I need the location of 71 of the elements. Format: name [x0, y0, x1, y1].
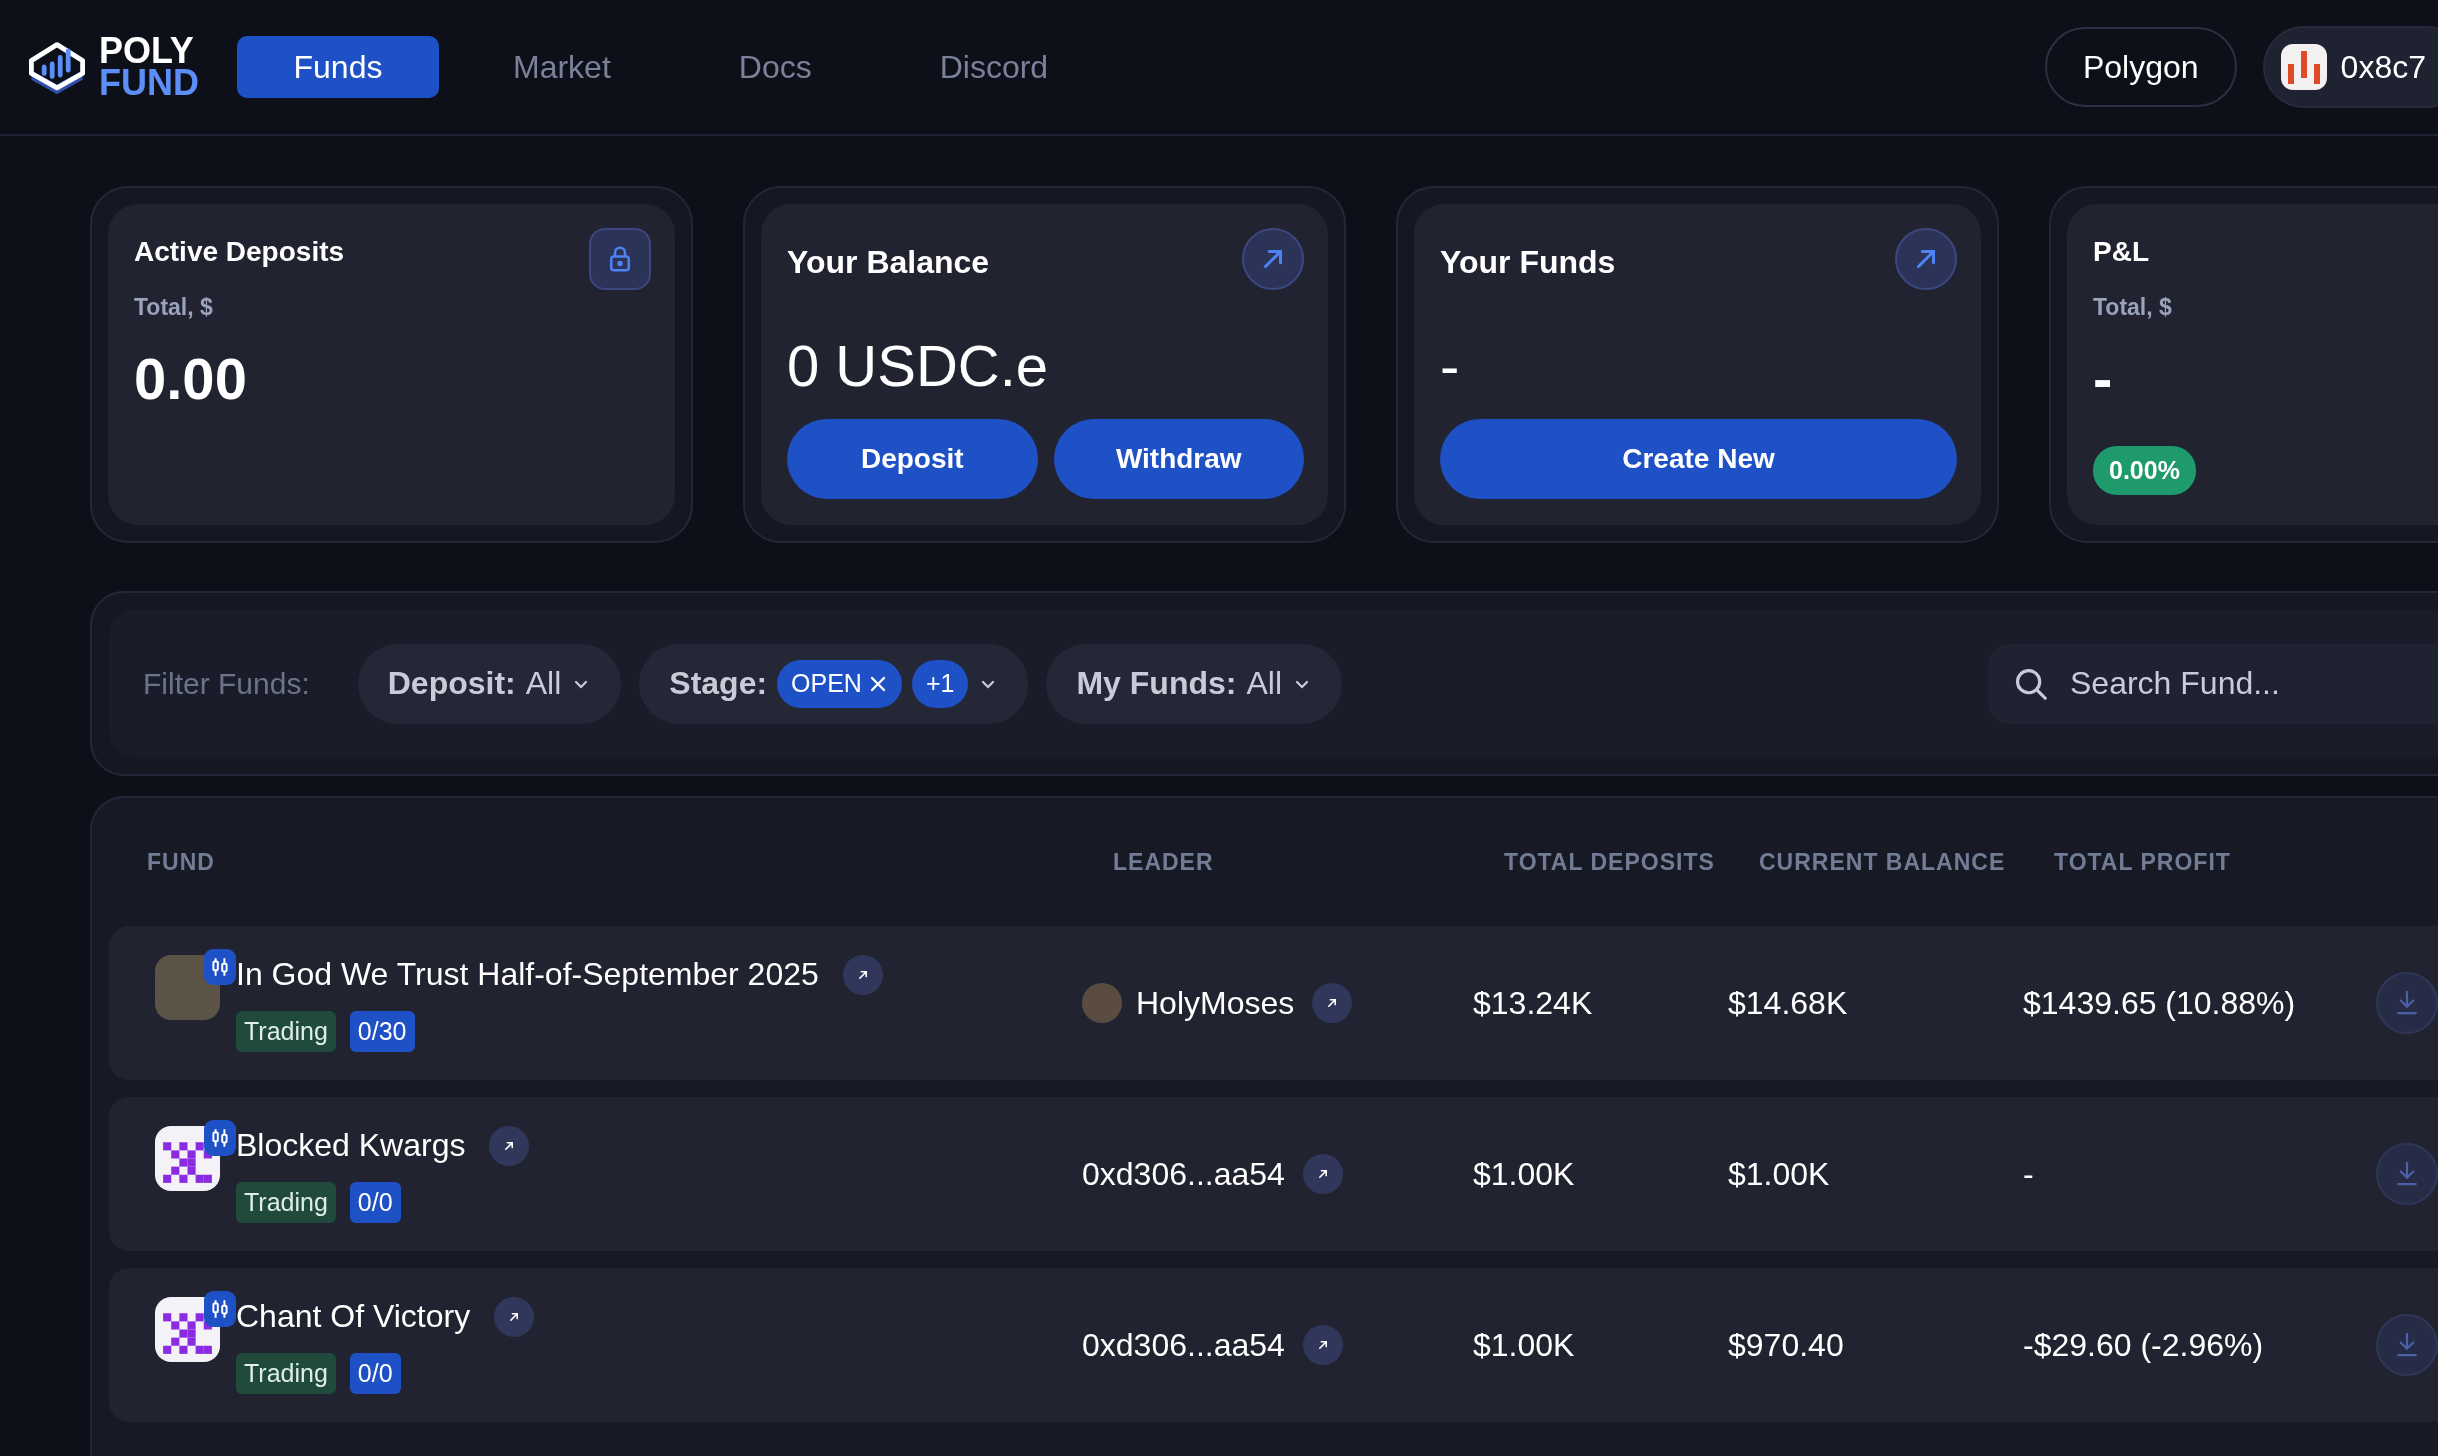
filter-label: Filter Funds:	[143, 666, 310, 701]
card-value: -	[2093, 345, 2113, 412]
action-button[interactable]: Withdraw	[1053, 419, 1304, 499]
action-button[interactable]: Deposit	[787, 419, 1038, 499]
user-avatar	[1082, 983, 1122, 1023]
nav-tab[interactable]: Discord	[885, 36, 1103, 98]
external-link-icon[interactable]	[489, 1125, 530, 1166]
slots-tag: 0/30	[349, 1010, 415, 1052]
leader-name[interactable]: HolyMoses	[1136, 984, 1295, 1022]
table-cell-text: $1.00K	[1473, 1326, 1576, 1364]
external-link-icon[interactable]	[494, 1296, 535, 1337]
table-cell-text: -	[2023, 1155, 2035, 1193]
filter-dropdown[interactable]: Stage: OPEN +1	[639, 643, 1029, 724]
filter-dropdown[interactable]: My Funds: All	[1046, 643, 1342, 724]
nav-tab[interactable]: Market	[459, 36, 665, 98]
column-header: CURRENT BALANCE	[1759, 848, 2007, 876]
logo-text: FUND	[99, 67, 199, 99]
network-button[interactable]: Polygon	[2044, 27, 2237, 107]
column-header: TOTAL PROFIT	[2054, 848, 2232, 876]
column-header: TOTAL DEPOSITS	[1504, 848, 1716, 876]
fund-row[interactable]: Chant Of Victory Trading 0/0 0xd306...aa54 $1.00K $970.40 -$29.60 (-2.96%)	[109, 1268, 2438, 1422]
candlestick-icon	[204, 1119, 236, 1156]
wallet-button[interactable]: 0x8c7	[2262, 26, 2438, 108]
external-link-icon[interactable]	[842, 954, 883, 995]
leader-address[interactable]: 0xd306...aa54	[1082, 1155, 1285, 1193]
fund-row[interactable]: Blocked Kwargs Trading 0/0 0xd306...aa54 $1.00K $1.00K -	[109, 1097, 2438, 1251]
card-value: 0.00	[134, 345, 247, 412]
nav-tab[interactable]: Funds	[237, 36, 439, 98]
external-link-icon[interactable]	[1312, 983, 1353, 1023]
table-cell-text: $970.40	[1728, 1326, 1845, 1364]
table-cell-text: -$29.60 (-2.96%)	[2023, 1326, 2265, 1364]
column-header: LEADER	[1113, 848, 1215, 876]
candlestick-icon	[204, 1290, 236, 1327]
search-field[interactable]: Search Fund...	[1988, 643, 2438, 724]
status-tag: Trading	[236, 1010, 336, 1052]
leader-address[interactable]: 0xd306...aa54	[1082, 1326, 1285, 1364]
status-tag: Trading	[236, 1181, 336, 1223]
table-cell-text: $13.24K	[1473, 984, 1594, 1022]
filter-label: Stage:	[669, 665, 768, 702]
fund-name[interactable]: In God We Trust Half-of-September 2025	[236, 956, 819, 993]
table-cell-text: $14.68K	[1728, 984, 1849, 1022]
percent-badge: 0.00%	[2093, 446, 2196, 495]
table-cell-text: $1.00K	[1473, 1155, 1576, 1193]
external-link-icon[interactable]	[1302, 1154, 1343, 1194]
table-cell-text: $1.00K	[1728, 1155, 1831, 1193]
card-value: -	[1440, 332, 1460, 399]
lock-icon[interactable]	[589, 228, 651, 290]
filter-chip[interactable]: OPEN	[777, 659, 902, 708]
fund-name[interactable]: Chant Of Victory	[236, 1298, 471, 1335]
fund-row[interactable]: In God We Trust Half-of-September 2025 Trading 0/30 HolyMoses $13.24K $14.68K $1439.65 (10.88%)	[109, 926, 2438, 1080]
slots-tag: 0/0	[349, 1181, 401, 1223]
card-title: Active Deposits	[134, 236, 345, 268]
candlestick-icon	[204, 948, 236, 985]
wallet-avatar-icon	[2280, 44, 2327, 90]
slots-tag: 0/0	[349, 1352, 401, 1394]
action-button[interactable]: Create New	[1440, 419, 1957, 499]
card-subtitle: Total, $	[2093, 294, 2172, 321]
logo-text: POLY	[99, 35, 194, 67]
card-value: 0 USDC.e	[787, 332, 1049, 399]
fund-name[interactable]: Blocked Kwargs	[236, 1127, 466, 1164]
card-title: Your Balance	[787, 244, 990, 281]
nav-tab[interactable]: Docs	[684, 36, 866, 98]
external-link-icon[interactable]	[1302, 1325, 1343, 1365]
card-title: P&L	[2093, 236, 2149, 268]
filter-chip[interactable]: +1	[911, 659, 969, 708]
card-title: Your Funds	[1440, 244, 1616, 281]
table-cell-text: $1439.65 (10.88%)	[2023, 984, 2297, 1022]
column-header: FUND	[147, 848, 216, 876]
card-subtitle: Total, $	[134, 294, 213, 321]
status-tag: Trading	[236, 1352, 336, 1394]
filter-dropdown[interactable]: Deposit: All	[357, 643, 622, 724]
